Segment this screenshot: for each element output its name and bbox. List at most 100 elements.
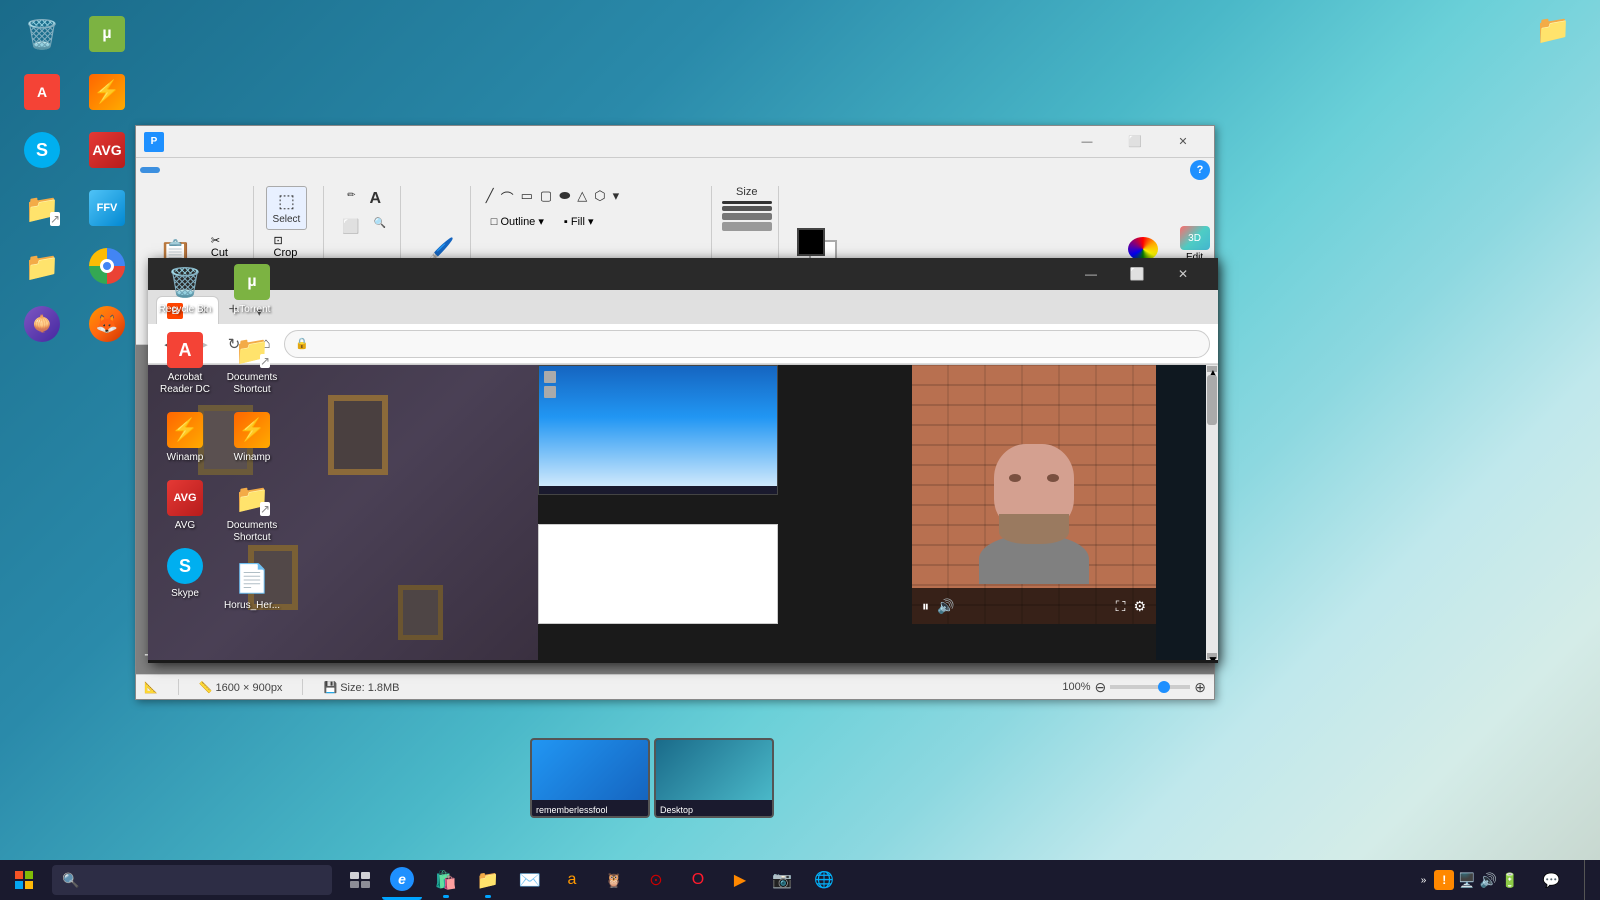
desktop-icon-winamp-mid2[interactable]: ⚡ Winamp (220, 406, 284, 468)
video-volume-btn[interactable]: 🔊 (937, 598, 954, 615)
sound-icon[interactable]: 🔊 (1480, 872, 1497, 889)
taskbar-app-target[interactable]: ⊙ (636, 860, 676, 900)
paint-menu-bar: ? (136, 158, 1214, 182)
size-2[interactable] (722, 206, 772, 211)
scroll-up-btn[interactable]: ▲ (1207, 366, 1217, 372)
paint-maximize-btn[interactable]: ⬜ (1112, 126, 1158, 158)
shape-curve[interactable]: ⌒ (498, 186, 517, 209)
desktop-icon-freefileviewer[interactable]: FFV (75, 184, 139, 234)
desktop-icon-acrobat[interactable]: A (10, 68, 74, 118)
magnifier-btn[interactable]: 🔍 (368, 214, 392, 239)
scroll-thumb[interactable] (1207, 375, 1217, 425)
taskbar-app-vlc[interactable]: ▶ (720, 860, 760, 900)
opera-icon: O (692, 871, 704, 889)
shape-round-rect[interactable]: ▢ (537, 186, 555, 209)
desktop-icon-acrobat-mid[interactable]: A Acrobat Reader DC (153, 326, 217, 400)
shape-line[interactable]: ╱ (483, 186, 497, 209)
desktop-icon-avg-mid[interactable]: AVG AVG (153, 474, 217, 536)
battery-icon[interactable]: 🔋 (1501, 872, 1518, 889)
taskbar-app-store[interactable]: 🛍️ (426, 860, 466, 900)
desktop-icon-skype-mid[interactable]: S Skype (153, 542, 217, 604)
show-more-btn[interactable]: » (1417, 873, 1431, 888)
shape-more[interactable]: ▾ (610, 186, 623, 209)
paint-help-btn[interactable]: ? (1190, 160, 1210, 180)
crop-btn[interactable]: ⊡ Crop (266, 232, 316, 261)
video-settings-btn[interactable]: ⚙ (1133, 598, 1146, 615)
shape-ellipse[interactable]: ⬬ (556, 186, 573, 209)
taskbar-edge-btn[interactable]: e (382, 860, 422, 900)
desktop-icon-pdf[interactable]: 📄 Horus_Her... (220, 554, 284, 616)
zoom-in-btn[interactable]: ⊕ (1194, 679, 1206, 696)
taskbar-task-view-btn[interactable] (340, 860, 380, 900)
scroll-down-btn[interactable]: ▼ (1207, 653, 1217, 659)
cam-scrollbar[interactable]: ▲ ▼ (1206, 365, 1218, 660)
desktop-icon-recycle-mid[interactable]: 🗑️ Recycle Bin (153, 258, 217, 320)
desktop-icon-skype[interactable]: S (10, 126, 74, 176)
desktop-icon-docshortcut2[interactable]: 📁 Documents Shortcut (220, 474, 284, 548)
taskbar-app-mail[interactable]: ✉️ (510, 860, 550, 900)
outline-btn[interactable]: □ Outline ▾ (483, 213, 552, 230)
taskbar-app-other[interactable]: 🌐 (804, 860, 844, 900)
camera-minimize-btn[interactable]: — (1068, 258, 1114, 290)
paint-home-menu[interactable] (160, 167, 180, 173)
shape-polygon[interactable]: ⬡ (591, 186, 608, 209)
start-button[interactable] (0, 860, 48, 900)
taskbar-app-explorer[interactable]: 📁 (468, 860, 508, 900)
taskbar-app-camera[interactable]: 📷 (762, 860, 802, 900)
size-3[interactable] (722, 213, 772, 220)
size-1[interactable] (722, 201, 772, 204)
camera-icon: 📷 (772, 870, 792, 890)
file-size-display: 💾 Size: 1.8MB (323, 681, 399, 694)
shape-rect[interactable]: ▭ (518, 186, 536, 209)
fill2-btn[interactable]: ▪ Fill ▾ (556, 213, 602, 230)
desktop-icon-winamp[interactable]: ⚡ (75, 68, 139, 118)
desktop-icon-recycle-bin[interactable]: 🗑️ (10, 10, 74, 60)
search-bar[interactable]: 🔍 (52, 865, 332, 895)
shape-triangle[interactable]: △ (574, 186, 590, 209)
zoom-out-btn[interactable]: ⊖ (1095, 679, 1107, 696)
zoom-control: 100% ⊖ ⊕ (1062, 679, 1206, 696)
taskbar-thumbnails: rememberlessfool Desktop (530, 738, 774, 818)
notifications-icon[interactable]: 💬 (1543, 872, 1560, 889)
canvas-size-indicator[interactable]: 📐 (144, 681, 158, 694)
thumb-1[interactable]: rememberlessfool (530, 738, 650, 818)
size-4[interactable] (722, 222, 772, 231)
zoom-slider[interactable] (1110, 685, 1190, 689)
show-desktop-btn[interactable] (1584, 860, 1592, 900)
desktop-icon-chrome[interactable] (75, 242, 139, 292)
pencil-btn[interactable]: ✏ (341, 186, 361, 212)
notification-warning[interactable]: ! (1434, 870, 1454, 890)
desktop-icon-docshortcut[interactable]: 📁 Documents Shortcut (220, 326, 284, 400)
desktop-icon-tor[interactable]: 🧅 (10, 300, 74, 350)
dimensions-display: 📏 1600 × 900px (199, 681, 283, 694)
desktop-icon-utorrent[interactable]: µ (75, 10, 139, 60)
cut-btn[interactable]: ✂ Cut (203, 232, 245, 261)
desktop-icon-firefox[interactable]: 🦊 (75, 300, 139, 350)
paint-view-menu[interactable] (180, 167, 200, 173)
video-pause-btn[interactable]: ⏸ (922, 598, 929, 615)
desktop-corner-folder[interactable]: 📁 (1521, 5, 1585, 53)
desktop-icon-avg[interactable]: AVG (75, 126, 139, 176)
paint-file-menu[interactable] (140, 167, 160, 173)
color1-box[interactable] (797, 228, 825, 256)
select-btn[interactable]: ⬚ Select (266, 186, 308, 230)
camera-close-btn[interactable]: ✕ (1160, 258, 1206, 290)
desktop-icon-utorrent-mid[interactable]: µ µTorrent (220, 258, 284, 320)
thumb-2[interactable]: Desktop (654, 738, 774, 818)
desktop-icons-col2: µ ⚡ AVG FFV (75, 10, 139, 350)
desktop-icon-desktop-shortcuts[interactable]: 📁 (10, 184, 74, 234)
camera-maximize-btn[interactable]: ⬜ (1114, 258, 1160, 290)
address-bar[interactable]: 🔒 (284, 330, 1210, 358)
paint-close-btn[interactable]: ✕ (1160, 126, 1206, 158)
eraser-btn[interactable]: ⬜ (336, 214, 365, 239)
desktop-icon-winamp-mid[interactable]: ⚡ Winamp (153, 406, 217, 468)
text-btn[interactable]: A (364, 186, 388, 212)
desktop-icon-new-folder[interactable]: 📁 (10, 242, 74, 292)
paint-minimize-btn[interactable]: — (1064, 126, 1110, 158)
taskbar-app-tripadvisor[interactable]: 🦉 (594, 860, 634, 900)
taskbar-app-amazon[interactable]: a (552, 860, 592, 900)
video-fullscreen-btn[interactable]: ⛶ (1116, 598, 1126, 615)
docshortcut-icon: 📁 (232, 330, 272, 370)
taskbar-app-opera[interactable]: O (678, 860, 718, 900)
network-icon[interactable]: 🖥️ (1458, 872, 1475, 889)
